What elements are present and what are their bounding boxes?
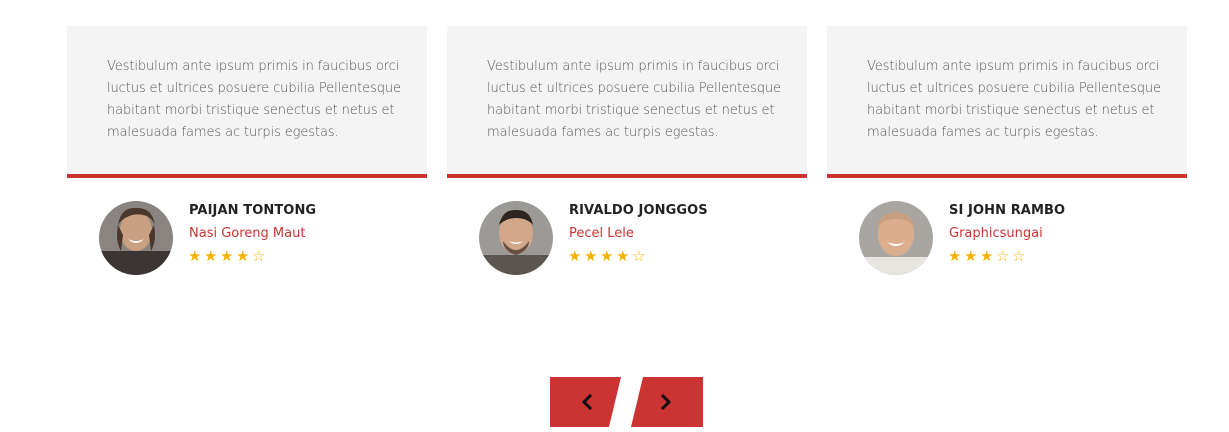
avatar	[99, 201, 173, 275]
testimonial-quote: Vestibulum ante ipsum primis in faucibus…	[107, 59, 401, 140]
testimonial-quote: Vestibulum ante ipsum primis in faucibus…	[867, 59, 1161, 140]
chevron-left-icon	[581, 394, 593, 410]
author-block: RIVALDO JONGGOS Pecel Lele ★ ★ ★ ★ ☆	[479, 201, 799, 281]
star-filled-icon: ★	[188, 247, 202, 265]
star-empty-icon: ☆	[996, 247, 1010, 265]
star-filled-icon: ★	[600, 247, 614, 265]
chevron-right-icon	[660, 394, 672, 410]
star-empty-icon: ☆	[252, 247, 266, 265]
author-company: Pecel Lele	[569, 226, 634, 241]
quote-box: Vestibulum ante ipsum primis in faucibus…	[67, 26, 427, 178]
star-empty-icon: ☆	[1012, 247, 1026, 265]
next-button[interactable]	[631, 377, 703, 427]
author-block: SI JOHN RAMBO Graphicsungai ★ ★ ★ ☆ ☆	[859, 201, 1179, 281]
star-filled-icon: ★	[964, 247, 978, 265]
author-company: Graphicsungai	[949, 226, 1043, 241]
prev-button[interactable]	[550, 377, 622, 427]
quote-box: Vestibulum ante ipsum primis in faucibus…	[447, 26, 807, 178]
star-empty-icon: ☆	[632, 247, 646, 265]
star-rating: ★ ★ ★ ★ ☆	[188, 246, 268, 265]
star-filled-icon: ★	[236, 247, 250, 265]
quote-box: Vestibulum ante ipsum primis in faucibus…	[827, 26, 1187, 178]
author-name: PAIJAN TONTONG	[189, 203, 317, 218]
star-filled-icon: ★	[568, 247, 582, 265]
author-name: RIVALDO JONGGOS	[569, 203, 708, 218]
testimonial-quote: Vestibulum ante ipsum primis in faucibus…	[487, 59, 781, 140]
star-rating: ★ ★ ★ ★ ☆	[568, 246, 648, 265]
testimonial-card: Vestibulum ante ipsum primis in faucibus…	[447, 26, 807, 286]
star-filled-icon: ★	[980, 247, 994, 265]
author-block: PAIJAN TONTONG Nasi Goreng Maut ★ ★ ★ ★ ☆	[99, 201, 419, 281]
star-filled-icon: ★	[616, 247, 630, 265]
star-filled-icon: ★	[948, 247, 962, 265]
avatar	[479, 201, 553, 275]
testimonial-slider: Vestibulum ante ipsum primis in faucibus…	[0, 0, 1229, 432]
star-rating: ★ ★ ★ ☆ ☆	[948, 246, 1028, 265]
star-filled-icon: ★	[584, 247, 598, 265]
star-filled-icon: ★	[220, 247, 234, 265]
author-name: SI JOHN RAMBO	[949, 203, 1066, 218]
author-company: Nasi Goreng Maut	[189, 226, 306, 241]
star-filled-icon: ★	[204, 247, 218, 265]
testimonial-card: Vestibulum ante ipsum primis in faucibus…	[67, 26, 427, 286]
avatar	[859, 201, 933, 275]
testimonial-card: Vestibulum ante ipsum primis in faucibus…	[827, 26, 1187, 286]
